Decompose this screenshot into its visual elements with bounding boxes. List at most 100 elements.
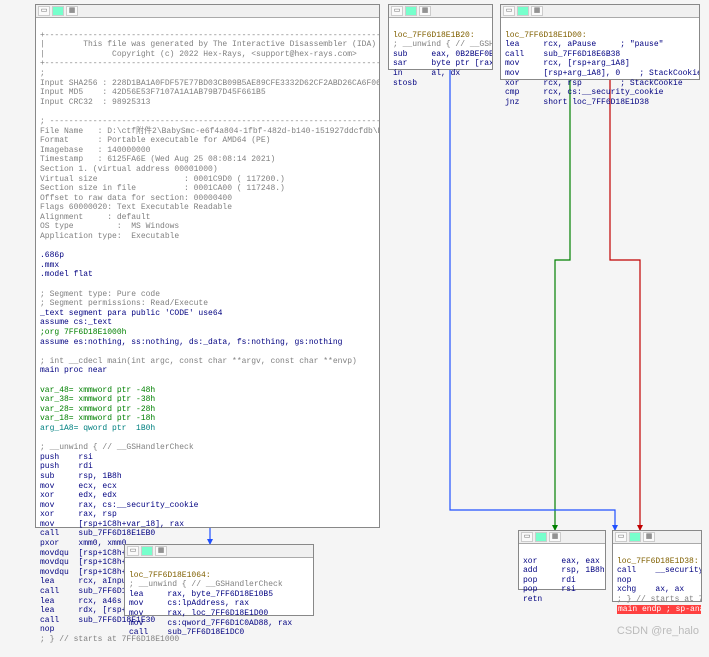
insn: nop <box>617 576 631 585</box>
label: loc_7FF6D18E1D38: <box>617 557 699 566</box>
color-icon[interactable] <box>141 546 153 556</box>
color-icon[interactable] <box>405 6 417 16</box>
insn: sub rsp, 1B8h <box>40 472 122 481</box>
meta-md5: Input MD5 : 42D56E53F7107A1A1AB79B7D45F6… <box>40 88 266 97</box>
meta-sha256: Input SHA256 : 228D1BA1A0FDF57E77BD03CB0… <box>40 79 379 88</box>
hdr-line: +---------------------------------------… <box>40 59 379 68</box>
insn: mov rcx, [rsp+arg_1A8] <box>505 59 630 68</box>
insn: nop <box>40 625 54 634</box>
color-icon[interactable] <box>535 532 547 542</box>
insn: retn <box>523 595 542 604</box>
label: loc_7FF6D18E1064: <box>129 571 211 580</box>
unwind: ; __unwind { // __GSHandlerCheck <box>129 580 283 589</box>
group-icon[interactable]: ▦ <box>549 532 561 542</box>
hdr-line: | This file was generated by The Interac… <box>40 40 379 49</box>
arg-1a8: arg_1A8= qword ptr 1B0h <box>40 424 155 433</box>
label: loc_7FF6D18E1D00: <box>505 31 587 40</box>
var-28: var_28= xmmword ptr -28h <box>40 405 155 414</box>
insn: in al, dx <box>393 69 460 78</box>
seg-perm: ; Segment permissions: Read/Execute <box>40 299 208 308</box>
node-d38[interactable]: ▭ ▦ loc_7FF6D18E1D38: call __security_ch… <box>612 530 702 602</box>
collapse-icon[interactable]: ▭ <box>503 6 515 16</box>
directive: .model flat <box>40 270 93 279</box>
insn: pop rsi <box>523 585 576 594</box>
group-icon[interactable]: ▦ <box>419 6 431 16</box>
collapse-icon[interactable]: ▭ <box>391 6 403 16</box>
group-icon[interactable]: ▦ <box>66 6 78 16</box>
insn: cmp rcx, cs:__security_cookie <box>505 88 663 97</box>
node-titlebar: ▭ ▦ <box>613 531 701 544</box>
var-38: var_38= xmmword ptr -38h <box>40 395 155 404</box>
meta-format: Format : Portable executable for AMD64 (… <box>40 136 270 145</box>
insn: pop rdi <box>523 576 576 585</box>
node-b20[interactable]: ▭ ▦ loc_7FF6D18E1B20: ; __unwind { // __… <box>388 4 493 70</box>
meta-imagebase: Imagebase : 140000000 <box>40 146 150 155</box>
insn: sar byte ptr [rax+40989CC9h], 1 <box>393 59 492 68</box>
insn: call sub_7FF6D18E1EB0 <box>40 529 155 538</box>
group-icon[interactable]: ▦ <box>643 532 655 542</box>
color-icon[interactable] <box>52 6 64 16</box>
var-48: var_48= xmmword ptr -48h <box>40 386 155 395</box>
insn: push rsi <box>40 453 93 462</box>
collapse-icon[interactable]: ▭ <box>615 532 627 542</box>
insn: call sub_7FF6D18E6B38 <box>505 50 620 59</box>
group-icon[interactable]: ▦ <box>531 6 543 16</box>
color-icon[interactable] <box>517 6 529 16</box>
meta-flags: Flags 60000020: Text Executable Readable <box>40 203 232 212</box>
meta-fsize: Section size in file : 0001CA00 ( 117248… <box>40 184 285 193</box>
insn: mov rax, cs:__security_cookie <box>40 501 198 510</box>
proc-name: main proc near <box>40 366 107 375</box>
insn: pxor xmm0, xmm0 <box>40 539 126 548</box>
insn: mov [rsp+arg_1A8], 0 ; StackCookie <box>505 69 699 78</box>
insn: lea rcx, aPause ; "pause" <box>505 40 663 49</box>
node-d38-body: loc_7FF6D18E1D38: call __security_check_… <box>613 544 701 627</box>
insn: push rdi <box>40 462 93 471</box>
node-d2b[interactable]: ▭ ▦ xor eax, eax add rsp, 1B8h pop rdi p… <box>518 530 606 590</box>
insn: mov [rsp+1C8h+var_18], rax <box>40 520 184 529</box>
meta-vsize: Virtual size : 0001C9D0 ( 117200.) <box>40 175 285 184</box>
insn: add rsp, 1B8h <box>523 566 605 575</box>
node-main[interactable]: ▭ ▦ +-----------------------------------… <box>35 4 380 528</box>
insn: xor rcx, rsp ; StackCookie <box>505 79 683 88</box>
color-icon[interactable] <box>629 532 641 542</box>
collapse-icon[interactable]: ▭ <box>127 546 139 556</box>
meta-ostype: OS type : MS Windows <box>40 222 179 231</box>
unwind: ; __unwind { // __GSHandlerCheck <box>393 40 492 49</box>
node-titlebar: ▭ ▦ <box>519 531 605 544</box>
insn: stosb <box>393 79 417 88</box>
insn: xor edx, edx <box>40 491 117 500</box>
insn: xor rax, rsp <box>40 510 117 519</box>
proto: ; int __cdecl main(int argc, const char … <box>40 357 357 366</box>
insn: mov cs:lpAddress, rax <box>129 599 249 608</box>
end-brace: ; } // starts at 7FF6D18E1000 <box>617 595 701 604</box>
node-d00[interactable]: ▭ ▦ loc_7FF6D18E1D00: lea rcx, aPause ; … <box>500 4 700 80</box>
node-titlebar: ▭ ▦ <box>36 5 379 18</box>
insn: mov cs:qword_7FF6D1C0AD88, rax <box>129 619 292 628</box>
meta-align: Alignment : default <box>40 213 150 222</box>
node-1064-body: loc_7FF6D18E1064: ; __unwind { // __GSHa… <box>125 558 313 650</box>
var-18: var_18= xmmword ptr -18h <box>40 414 155 423</box>
collapse-icon[interactable]: ▭ <box>38 6 50 16</box>
hdr-line: | Copyright (c) 2022 Hex-Rays, <support@… <box>40 50 379 59</box>
meta-apptype: Application type: Executable <box>40 232 179 241</box>
node-titlebar: ▭ ▦ <box>501 5 699 18</box>
insn: lea rax, byte_7FF6D18E10B5 <box>129 590 273 599</box>
seg-type: ; Segment type: Pure code <box>40 290 160 299</box>
collapse-icon[interactable]: ▭ <box>521 532 533 542</box>
meta-timestamp: Timestamp : 6125FA6E (Wed Aug 25 08:08:1… <box>40 155 275 164</box>
node-titlebar: ▭ ▦ <box>389 5 492 18</box>
node-b20-body: loc_7FF6D18E1B20: ; __unwind { // __GSHa… <box>389 18 492 101</box>
insn: xchg ax, ax <box>617 585 684 594</box>
directive: .mmx <box>40 261 59 270</box>
group-icon[interactable]: ▦ <box>155 546 167 556</box>
node-1064[interactable]: ▭ ▦ loc_7FF6D18E1064: ; __unwind { // __… <box>124 544 314 616</box>
unwind: ; __unwind { // __GSHandlerCheck <box>40 443 194 452</box>
meta-crc32: Input CRC32 : 98925313 <box>40 98 150 107</box>
meta-rawoff: Offset to raw data for section: 00000400 <box>40 194 232 203</box>
insn: mov rax, loc_7FF6D18E1D00 <box>129 609 268 618</box>
directive: .686p <box>40 251 64 260</box>
assume1: assume cs:_text <box>40 318 112 327</box>
insn: mov ecx, ecx <box>40 482 117 491</box>
meta-section1: Section 1. (virtual address 00001000) <box>40 165 218 174</box>
watermark: CSDN @re_halo <box>617 625 699 637</box>
